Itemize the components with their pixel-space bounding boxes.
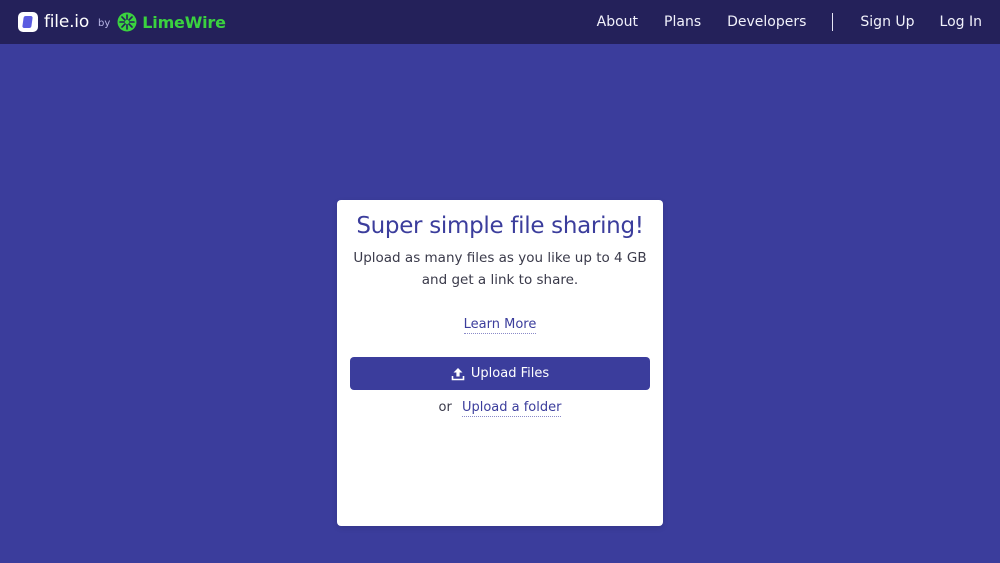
limewire-logo-icon [117, 12, 137, 32]
upload-files-label: Upload Files [470, 366, 550, 381]
upload-card: Super simple file sharing! Upload as man… [337, 200, 663, 526]
nav-sign-up-link[interactable]: Sign Up [860, 14, 914, 30]
learn-more-row: Learn More [337, 314, 663, 334]
or-text: or [438, 400, 452, 415]
nav-developers-link[interactable]: Developers [727, 14, 806, 30]
upload-files-button[interactable]: Upload Files [350, 357, 650, 390]
top-navbar: file.io by LimeWire About Plans Develope… [0, 0, 1000, 44]
main-nav: About Plans Developers Sign Up Log In [597, 0, 982, 44]
nav-plans-link[interactable]: Plans [664, 14, 701, 30]
upload-folder-link[interactable]: Upload a folder [461, 400, 562, 417]
card-title: Super simple file sharing! [356, 213, 644, 239]
file-io-logo-icon [18, 12, 38, 32]
nav-divider [832, 13, 834, 31]
card-subtitle: Upload as many files as you like up to 4… [353, 250, 647, 288]
nav-log-in-link[interactable]: Log In [940, 14, 982, 30]
brand-name: file.io [44, 12, 90, 32]
nav-about-link[interactable]: About [597, 14, 638, 30]
upload-folder-row: or Upload a folder [337, 397, 663, 417]
brand[interactable]: file.io by LimeWire [18, 0, 226, 44]
limewire-name: LimeWire [142, 12, 226, 32]
upload-icon [451, 367, 465, 380]
learn-more-link[interactable]: Learn More [463, 317, 537, 334]
brand-by-text: by [98, 17, 111, 29]
